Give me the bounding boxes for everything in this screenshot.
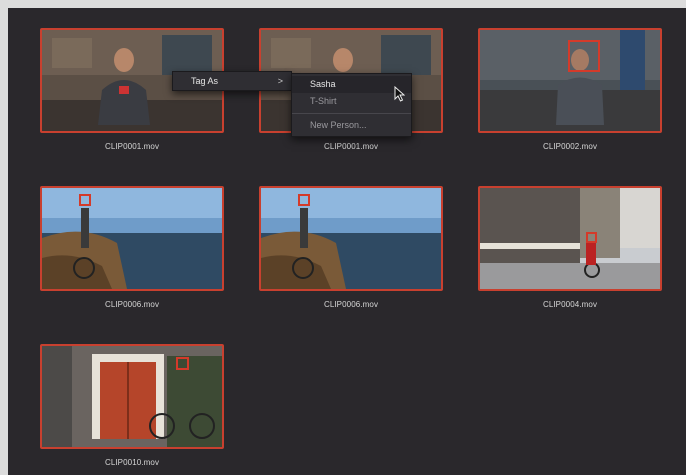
clip-tile[interactable]: CLIP0010.mov [40,344,224,467]
menu-item-label: Sasha [310,79,336,89]
clip-name: CLIP0006.mov [104,300,160,309]
clip-tile[interactable]: CLIP0004.mov [478,186,662,309]
face-detection-box[interactable] [568,40,600,72]
clip-tile[interactable]: CLIP0006.mov [259,186,443,309]
clip-name: CLIP0001.mov [323,142,379,151]
face-detection-box[interactable] [176,357,189,370]
menu-item-tag-as[interactable]: Tag As > [173,72,291,90]
face-detection-box[interactable] [586,232,597,243]
face-detection-box[interactable] [298,194,310,206]
clip-tile[interactable]: CLIP0006.mov [40,186,224,309]
menu-item-label: New Person... [310,120,367,130]
thumbnail-image [480,188,660,289]
clip-name: CLIP0004.mov [542,300,598,309]
clip-thumbnail[interactable] [478,28,662,133]
mouse-pointer-icon [394,86,405,102]
clip-thumbnail[interactable] [40,344,224,449]
clip-grid-panel: CLIP0001.mov CLIP0001.mov CLIP0002.mov C… [8,8,686,475]
menu-item-label: Tag As [191,76,219,86]
clip-name: CLIP0010.mov [104,458,160,467]
clip-thumbnail[interactable] [478,186,662,291]
face-detection-box[interactable] [79,194,91,206]
clip-thumbnail[interactable] [40,186,224,291]
clip-tile[interactable]: CLIP0002.mov [478,28,662,151]
thumbnail-image [42,188,222,289]
thumbnail-image [261,188,441,289]
chevron-right-icon: > [277,76,283,86]
menu-item-new-person[interactable]: New Person... [292,117,411,134]
clip-name: CLIP0006.mov [323,300,379,309]
menu-item-label: T-Shirt [310,96,337,106]
thumbnail-image [42,346,222,447]
clip-thumbnail[interactable] [259,186,443,291]
clip-name: CLIP0001.mov [104,142,160,151]
context-menu: Tag As > [172,71,292,91]
menu-separator [292,113,411,114]
tag-as-submenu: Sasha T-Shirt New Person... [291,73,412,137]
clip-name: CLIP0002.mov [542,142,598,151]
